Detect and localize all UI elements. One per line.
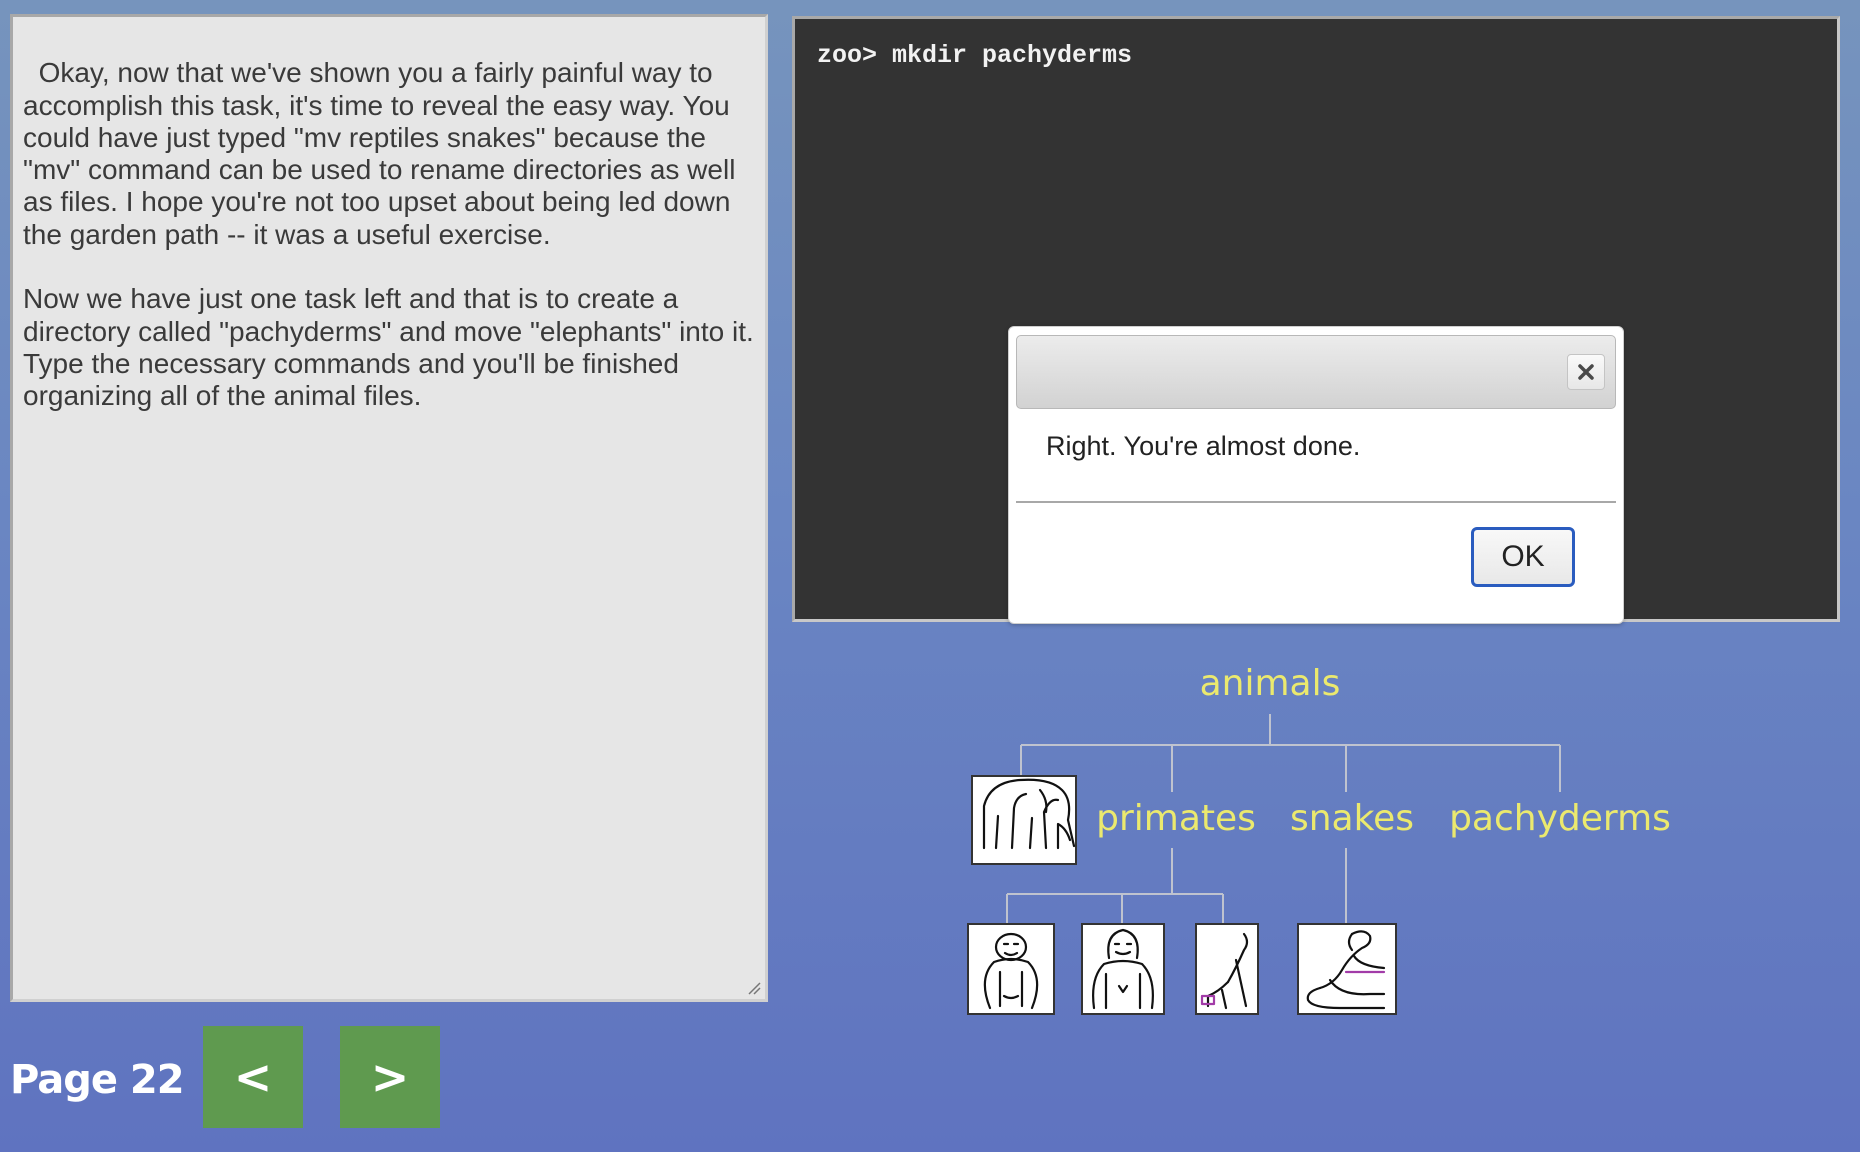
close-icon[interactable] xyxy=(1567,354,1605,390)
next-page-button[interactable]: > xyxy=(340,1026,440,1128)
dialog-message: Right. You're almost done. xyxy=(1046,431,1361,461)
page-number: Page 22 xyxy=(10,1057,185,1103)
lesson-text: Okay, now that we've shown you a fairly … xyxy=(23,57,754,412)
dialog-titlebar[interactable] xyxy=(1016,335,1616,409)
gorilla-icon[interactable] xyxy=(1081,923,1165,1015)
ok-button[interactable]: OK xyxy=(1471,527,1575,587)
dialog-divider xyxy=(1016,501,1616,503)
resize-grip-icon[interactable] xyxy=(747,981,761,995)
lesson-text-area[interactable]: Okay, now that we've shown you a fairly … xyxy=(10,14,768,1002)
dir-animals: animals xyxy=(1200,663,1341,704)
alert-dialog: Right. You're almost done. OK xyxy=(1008,326,1624,624)
previous-page-button[interactable]: < xyxy=(203,1026,303,1128)
dir-pachyderms: pachyderms xyxy=(1449,798,1671,839)
terminal-line: zoo> mkdir pachyderms xyxy=(817,41,1133,70)
dir-primates: primates xyxy=(1096,798,1256,839)
dir-snakes: snakes xyxy=(1290,798,1414,839)
elephants-icon[interactable] xyxy=(971,775,1077,865)
snake-icon[interactable] xyxy=(1297,923,1397,1015)
orangutan-icon[interactable] xyxy=(967,923,1055,1015)
tree-connectors xyxy=(1006,714,1561,924)
monkey-icon[interactable] xyxy=(1195,923,1259,1015)
